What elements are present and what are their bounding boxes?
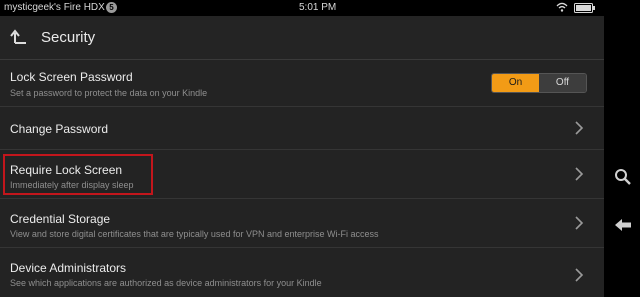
chevron-right-icon [574, 121, 584, 140]
setting-title: Lock Screen Password [10, 70, 133, 84]
status-bar: mysticgeek's Fire HDX 5 5:01 PM [0, 0, 640, 16]
setting-subtitle: View and store digital certificates that… [10, 229, 379, 239]
lock-password-toggle[interactable]: On Off [491, 73, 587, 93]
back-up-icon[interactable] [10, 29, 28, 50]
setting-title: Change Password [10, 122, 109, 136]
toggle-on-option[interactable]: On [492, 74, 539, 92]
device-name: mysticgeek's Fire HDX [4, 2, 105, 13]
notification-count-badge[interactable]: 5 [106, 2, 117, 13]
navigation-bar [604, 16, 640, 297]
search-icon[interactable] [614, 168, 632, 191]
wifi-icon[interactable] [556, 2, 568, 15]
battery-icon[interactable] [574, 3, 596, 16]
header: Security [0, 16, 604, 60]
setting-lock-screen-password[interactable]: Lock Screen Password Set a password to p… [0, 60, 604, 107]
highlight-annotation-box [3, 154, 153, 195]
setting-change-password[interactable]: Change Password [0, 107, 604, 150]
chevron-right-icon [574, 167, 584, 186]
setting-subtitle: See which applications are authorized as… [10, 278, 322, 288]
setting-device-administrators[interactable]: Device Administrators See which applicat… [0, 248, 604, 297]
clock: 5:01 PM [299, 2, 337, 13]
back-arrow-icon[interactable] [614, 218, 632, 237]
setting-title: Device Administrators [10, 261, 127, 275]
page-title: Security [41, 29, 96, 46]
setting-credential-storage[interactable]: Credential Storage View and store digita… [0, 199, 604, 248]
chevron-right-icon [574, 268, 584, 287]
setting-title: Credential Storage [10, 212, 111, 226]
setting-subtitle: Set a password to protect the data on yo… [10, 88, 208, 98]
toggle-off-option[interactable]: Off [539, 74, 586, 92]
chevron-right-icon [574, 216, 584, 235]
